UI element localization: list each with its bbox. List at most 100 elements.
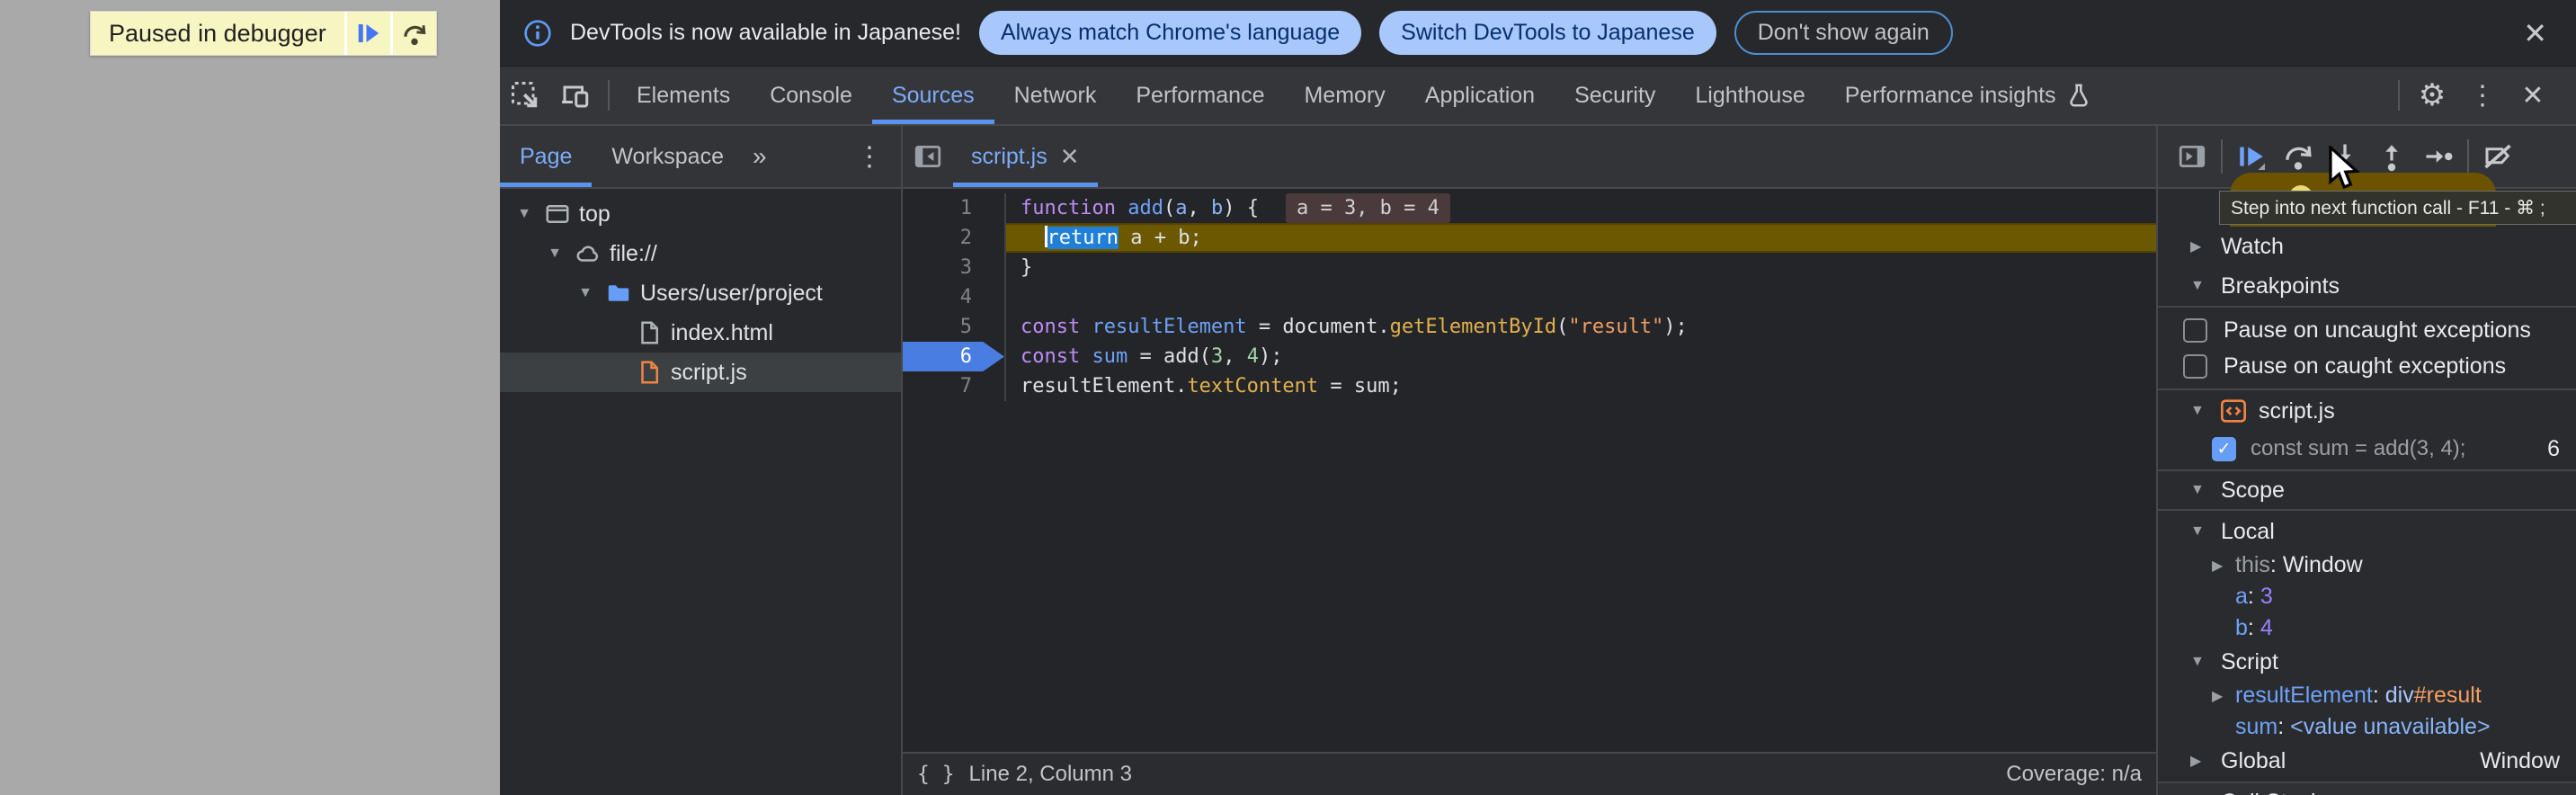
section-breakpoints[interactable]: ▼ Breakpoints — [2158, 266, 2576, 306]
tab-workspace[interactable]: Workspace — [592, 126, 744, 187]
tree-item-file-[interactable]: ▼file:// — [500, 234, 901, 273]
line-number-2[interactable]: 2 — [903, 223, 1006, 253]
match-chrome-language-button[interactable]: Always match Chrome's language — [979, 11, 1361, 55]
breakpoint-entry[interactable]: ✓const sum = add(3, 4);6 — [2158, 430, 2576, 468]
resume-script-button[interactable] — [347, 12, 390, 55]
code-line-4[interactable]: 4 — [903, 282, 2156, 312]
code-line-6[interactable]: 6const sum = add(3, 4); — [903, 342, 2156, 371]
tab-label: Sources — [892, 83, 975, 109]
line-number-3[interactable]: 3 — [903, 253, 1006, 282]
tri-open-icon[interactable]: ▼ — [543, 246, 566, 262]
toggle-pause-on-uncaught-exceptions[interactable]: Pause on uncaught exceptions — [2158, 312, 2576, 348]
tab-elements[interactable]: Elements — [617, 67, 750, 124]
code-line-3[interactable]: 3} — [903, 253, 2156, 282]
tree-item-top[interactable]: ▼top — [500, 194, 901, 234]
line-number-4[interactable]: 4 — [903, 282, 1006, 312]
code-text — [1006, 282, 2156, 312]
code-token — [1021, 227, 1045, 249]
tab-memory[interactable]: Memory — [1284, 67, 1404, 124]
checkbox[interactable] — [2183, 318, 2207, 343]
breakpoint-file-script-js[interactable]: ▼script.js — [2158, 392, 2576, 430]
dont-show-again-button[interactable]: Don't show again — [1734, 11, 1953, 55]
code-line-1[interactable]: 1function add(a, b) {a = 3, b = 4 — [903, 193, 2156, 223]
tab-security[interactable]: Security — [1555, 67, 1675, 124]
scope-var-a[interactable]: a: 3 — [2158, 581, 2576, 612]
tri-open-icon: ▼ — [2190, 482, 2208, 498]
resume-icon — [355, 20, 382, 47]
tab-performance-insights[interactable]: Performance insights — [1825, 67, 2112, 124]
infobar-message: DevTools is now available in Japanese! — [570, 20, 961, 46]
tree-item-users-user-project[interactable]: ▼ Users/user/project — [500, 273, 901, 313]
tri-open-icon[interactable]: ▼ — [513, 206, 536, 222]
tri-closed-icon[interactable]: ▶ — [2212, 687, 2235, 705]
tree-item-label: Users/user/project — [640, 281, 823, 307]
editor-tab-scriptjs[interactable]: script.js ✕ — [953, 126, 1098, 187]
tree-item-script-js[interactable]: script.js — [500, 353, 901, 392]
toggle-pause-on-caught-exceptions[interactable]: Pause on caught exceptions — [2158, 348, 2576, 384]
more-tabs-icon[interactable]: » — [744, 126, 776, 187]
tab-console[interactable]: Console — [750, 67, 872, 124]
step-over-button-page[interactable] — [393, 12, 436, 55]
inline-eval-widget: a = 3, b = 4 — [1286, 193, 1450, 223]
scope-var-resultelement[interactable]: ▶resultElement: div#result — [2158, 680, 2576, 711]
file-js-icon — [635, 359, 664, 386]
scope-group-global[interactable]: ▶GlobalWindow — [2158, 743, 2576, 779]
checkbox-label: Pause on caught exceptions — [2224, 353, 2506, 380]
code-token: sum — [1092, 345, 1128, 368]
section-scope[interactable]: ▼ Scope — [2158, 469, 2576, 509]
pretty-print-icon[interactable]: { } — [917, 763, 955, 786]
tri-open-icon[interactable]: ▼ — [574, 285, 597, 301]
switch-to-japanese-button[interactable]: Switch DevTools to Japanese — [1379, 11, 1716, 55]
devtools-window: DevTools is now available in Japanese! A… — [500, 0, 2576, 795]
device-toolbar-button[interactable] — [550, 67, 601, 124]
tab-network[interactable]: Network — [994, 67, 1117, 124]
toolbar-divider — [2398, 80, 2400, 111]
close-devtools-icon[interactable]: ✕ — [2508, 80, 2558, 112]
scope-var-sum[interactable]: sum: <value unavailable> — [2158, 711, 2576, 743]
breakpoint-checkbox[interactable]: ✓ — [2212, 437, 2236, 461]
code-line-7[interactable]: 7resultElement.textContent = sum; — [903, 371, 2156, 401]
tab-label: Elements — [637, 83, 730, 109]
scope-group-local[interactable]: ▼Local — [2158, 514, 2576, 549]
editor-tab-close-icon[interactable]: ✕ — [1060, 143, 1080, 171]
tab-page[interactable]: Page — [500, 126, 592, 187]
collapse-sidebar-icon[interactable] — [2169, 133, 2215, 180]
tri-open-icon: ▼ — [2190, 403, 2208, 419]
line-number-6[interactable]: 6 — [903, 342, 1006, 371]
checkbox[interactable] — [2183, 354, 2207, 379]
scope-var-this[interactable]: ▶this: Window — [2158, 549, 2576, 581]
tree-item-index-html[interactable]: index.html — [500, 313, 901, 353]
scope-group-script[interactable]: ▼Script — [2158, 644, 2576, 680]
section-watch[interactable]: ▶ Watch — [2158, 227, 2576, 266]
code-line-5[interactable]: 5const resultElement = document.getEleme… — [903, 312, 2156, 342]
settings-gear-icon[interactable]: ⚙ — [2407, 77, 2457, 113]
code-editor[interactable]: 1function add(a, b) {a = 3, b = 42 retur… — [903, 189, 2156, 752]
more-options-kebab-icon[interactable]: ⋮ — [2457, 80, 2508, 112]
breakpoints-title: Breakpoints — [2221, 273, 2340, 299]
scope-var-b[interactable]: b: 4 — [2158, 612, 2576, 644]
line-number-5[interactable]: 5 — [903, 312, 1006, 342]
code-token: "result" — [1568, 316, 1663, 338]
infobar-close-icon[interactable]: ✕ — [2518, 19, 2553, 48]
scope-group-value: Window — [2480, 748, 2560, 774]
tab-label: Lighthouse — [1695, 83, 1805, 109]
line-number-1[interactable]: 1 — [903, 193, 1006, 223]
language-infobar: DevTools is now available in Japanese! A… — [500, 0, 2576, 67]
debugger-sidebar: Step into next function call - F11 - ⌘ ;… — [2158, 126, 2576, 795]
code-token: resultElement — [1092, 316, 1246, 338]
breakpoint-line-number: 6 — [2547, 436, 2560, 462]
section-call-stack[interactable]: ▼ Call Stack — [2158, 782, 2576, 795]
line-number-7[interactable]: 7 — [903, 371, 1006, 401]
tab-sources[interactable]: Sources — [872, 67, 994, 124]
navigator-kebab-icon[interactable]: ⋮ — [838, 126, 901, 187]
tab-performance[interactable]: Performance — [1116, 67, 1284, 124]
var-value-part: div — [2385, 683, 2414, 709]
code-line-2[interactable]: 2 return a + b; — [903, 223, 2156, 253]
collapse-navigator-icon[interactable] — [903, 126, 953, 187]
deactivate-breakpoints-button[interactable] — [2474, 133, 2521, 180]
inspect-element-button[interactable] — [500, 67, 550, 124]
tri-closed-icon[interactable]: ▶ — [2212, 557, 2235, 575]
breakpoint-marker[interactable]: 6 — [903, 342, 1004, 371]
tab-lighthouse[interactable]: Lighthouse — [1675, 67, 1824, 124]
tab-application[interactable]: Application — [1405, 67, 1555, 124]
